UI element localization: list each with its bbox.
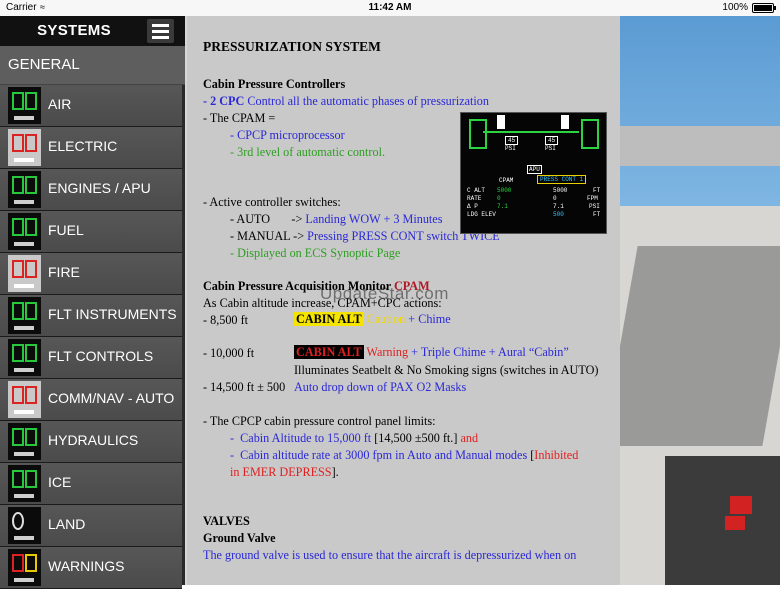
fire-thumbnail: [8, 255, 41, 292]
cabin-alt-warning-badge: CABIN ALT: [294, 345, 364, 359]
sidebar-header: SYSTEMS: [0, 16, 185, 46]
text-line: - 10,000 ft: [203, 346, 255, 360]
sidebar-item-hydraulics[interactable]: HYDRAULICS: [0, 421, 182, 463]
sidebar-item-label: AIR: [48, 96, 72, 112]
battery-indicator: 100%: [722, 2, 776, 13]
warnings-thumbnail: [8, 549, 41, 586]
sidebar-item-general[interactable]: GENERAL: [0, 46, 185, 85]
flt-instruments-thumbnail: [8, 297, 41, 334]
text-line: The ground valve is used to ensure that …: [203, 548, 577, 562]
sidebar-item-label: FLT CONTROLS: [48, 348, 154, 364]
text-line: Auto drop down of PAX O2 Masks: [294, 380, 467, 394]
battery-percent: 100%: [722, 2, 748, 13]
sidebar-item-label: LAND: [48, 516, 86, 532]
clock: 11:42 AM: [368, 2, 412, 13]
text-line: - 3rd level of automatic control.: [230, 145, 385, 159]
sidebar-item-engines-apu[interactable]: ENGINES / APU: [0, 169, 182, 211]
sidebar-item-flt-instruments[interactable]: FLT INSTRUMENTS: [0, 295, 182, 337]
section-heading-valves: VALVES: [203, 514, 250, 528]
sidebar-title: SYSTEMS: [37, 22, 111, 39]
text-line: - Displayed on ECS Synoptic Page: [230, 246, 401, 260]
hamburger-menu-icon[interactable]: [147, 19, 174, 43]
comm-nav-thumbnail: [8, 381, 41, 418]
text-line: - 2 CPC Control all the automatic phases…: [203, 94, 489, 108]
text-line: - Cabin altitude rate at 3000 fpm in Aut…: [230, 448, 579, 462]
text-line: - Cabin Altitude to 15,000 ft [14,500 ±5…: [230, 431, 479, 445]
sidebar-item-electric[interactable]: ELECTRIC: [0, 127, 182, 169]
sidebar-item-label: ELECTRIC: [48, 138, 118, 154]
section-heading-cpc: Cabin Pressure Controllers: [203, 77, 346, 91]
systems-sidebar: SYSTEMS GENERAL AIR ELECTRIC ENGINES / A…: [0, 16, 185, 589]
sidebar-item-label: ICE: [48, 474, 72, 490]
text-line: - 14,500 ft ± 500: [203, 380, 286, 394]
sidebar-item-label: WARNINGS: [48, 558, 125, 574]
ice-thumbnail: [8, 465, 41, 502]
air-system-thumbnail: [8, 87, 41, 124]
engines-thumbnail: [8, 171, 41, 208]
text-line: - CPCP microprocessor: [230, 128, 345, 142]
text-line: Illuminates Seatbelt & No Smoking signs …: [294, 363, 599, 377]
battery-icon: [752, 2, 776, 13]
fuel-thumbnail: [8, 213, 41, 250]
status-bar: Carrier ≈ 11:42 AM 100%: [0, 0, 780, 16]
sidebar-item-warnings[interactable]: WARNINGS: [0, 547, 182, 589]
caution-row: CABIN ALT Caution + Chime: [294, 312, 451, 326]
flt-controls-thumbnail: [8, 339, 41, 376]
text-line: - 8,500 ft: [203, 313, 249, 327]
cabin-alt-caution-badge: CABIN ALT: [294, 312, 364, 326]
sidebar-item-air[interactable]: AIR: [0, 85, 182, 127]
sidebar-item-flt-controls[interactable]: FLT CONTROLS: [0, 337, 182, 379]
sidebar-item-comm-nav-auto[interactable]: COMM/NAV - AUTO: [0, 379, 182, 421]
text-line: - Active controller switches:: [203, 195, 341, 209]
sidebar-item-ice[interactable]: ICE: [0, 463, 182, 505]
subsection-heading-ground-valve: Ground Valve: [203, 531, 276, 545]
sidebar-item-fire[interactable]: FIRE: [0, 253, 182, 295]
sidebar-item-label: FIRE: [48, 264, 80, 280]
page-title: PRESSURIZATION SYSTEM: [203, 39, 381, 54]
sidebar-item-land[interactable]: LAND: [0, 505, 182, 547]
sidebar-item-label: FUEL: [48, 222, 84, 238]
sidebar-item-fuel[interactable]: FUEL: [0, 211, 182, 253]
sidebar-item-label: HYDRAULICS: [48, 432, 139, 448]
text-line: - The CPCP cabin pressure control panel …: [203, 414, 436, 428]
sidebar-item-label: COMM/NAV - AUTO: [48, 390, 175, 406]
text-line: - AUTO -> Landing WOW + 3 Minutes: [230, 212, 443, 226]
text-line: - The CPAM =: [203, 111, 276, 125]
warning-row: CABIN ALT Warning + Triple Chime + Aural…: [294, 345, 569, 359]
sidebar-item-label: FLT INSTRUMENTS: [48, 306, 177, 322]
land-thumbnail: [8, 507, 41, 544]
sidebar-item-label: ENGINES / APU: [48, 180, 151, 196]
electric-system-thumbnail: [8, 129, 41, 166]
watermark: UpdateStar.com: [320, 284, 449, 303]
hydraulics-thumbnail: [8, 423, 41, 460]
text-line: in EMER DEPRESS].: [230, 465, 339, 479]
ecs-synoptic-display: 45 PSI 45 PSI APU CPAM PRESS CONT 1 C AL…: [460, 112, 607, 234]
